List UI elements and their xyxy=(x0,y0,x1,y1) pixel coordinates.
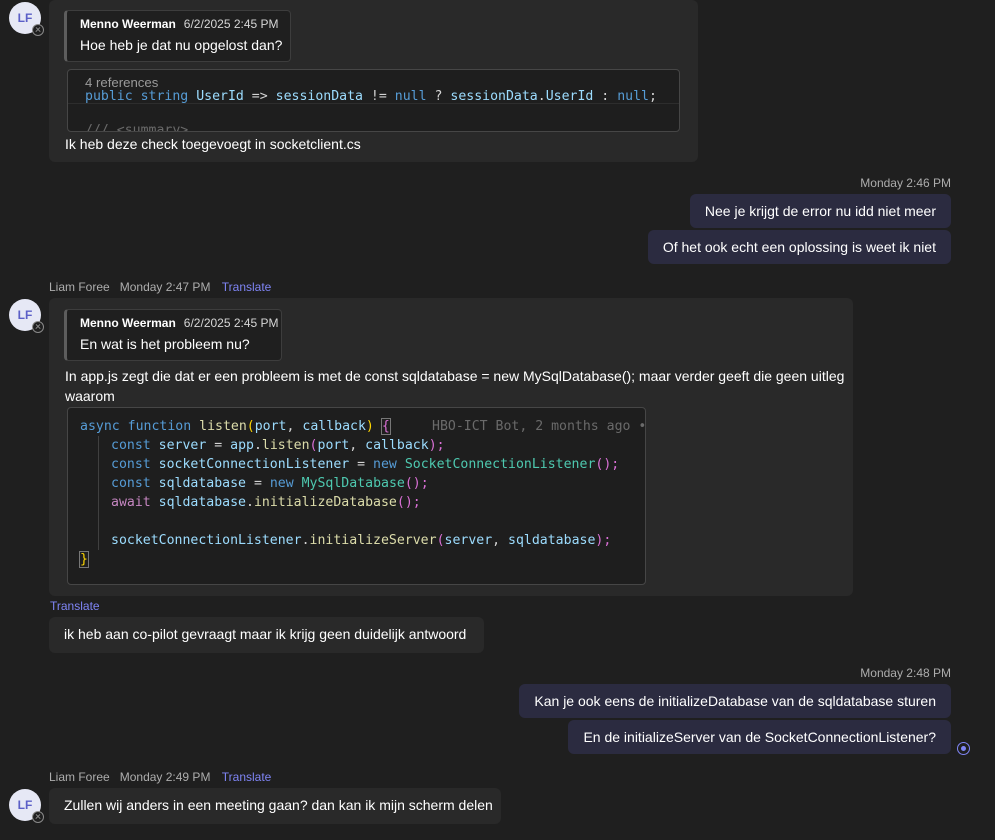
message-text-line: waarom xyxy=(65,388,115,404)
code-cut-line: /// <summary> xyxy=(85,123,189,132)
message-bubble[interactable]: ik heb aan co-pilot gevraagt maar ik kri… xyxy=(49,617,484,653)
message-text: In app.js zegt die dat er een probleem i… xyxy=(65,366,845,406)
translate-link[interactable]: Translate xyxy=(50,599,100,613)
sender-name: Liam Foree xyxy=(49,280,110,294)
indent-guide xyxy=(98,436,99,550)
sender-name: Liam Foree xyxy=(49,770,110,784)
outgoing-message[interactable]: Of het ook echt een oplossing is weet ik… xyxy=(647,230,951,264)
message-text-line: In app.js zegt die dat er een probleem i… xyxy=(65,368,845,384)
presence-offline-icon xyxy=(32,321,44,333)
code-screenshot-image[interactable]: 4 references public string UserId => ses… xyxy=(67,69,680,132)
code-divider xyxy=(68,103,679,104)
message-timestamp: Monday 2:49 PM xyxy=(119,770,211,784)
quote-author: Menno Weerman xyxy=(80,17,176,31)
git-blame-annotation: HBO-ICT Bot, 2 months ago • xyxy=(432,419,646,434)
message-timestamp: Monday 2:47 PM xyxy=(119,280,211,294)
message-text: Zullen wij anders in een meeting gaan? d… xyxy=(64,797,493,813)
quote-timestamp: 6/2/2025 2:45 PM xyxy=(183,17,279,31)
translate-link[interactable]: Translate xyxy=(222,770,272,784)
outgoing-message[interactable]: En de initializeServer van de SocketConn… xyxy=(568,720,951,754)
code-line: await sqldatabase.initializeDatabase(); xyxy=(111,495,421,510)
code-line: async function listen(port, callback) { xyxy=(80,418,391,435)
quote-text: En wat is het probleem nu? xyxy=(80,336,250,352)
avatar[interactable]: LF xyxy=(9,299,44,333)
message-timestamp: Monday 2:46 PM xyxy=(860,176,951,190)
message-text: Ik heb deze check toegevoegt in socketcl… xyxy=(65,136,361,152)
code-line: const sqldatabase = new MySqlDatabase(); xyxy=(111,476,429,491)
message-header: Liam Foree Monday 2:47 PM Translate xyxy=(49,279,271,295)
outgoing-message[interactable]: Kan je ook eens de initializeDatabase va… xyxy=(519,684,951,718)
avatar-initials: LF xyxy=(17,11,33,25)
code-line: } xyxy=(79,551,89,568)
presence-offline-icon xyxy=(32,24,44,36)
avatar[interactable]: LF xyxy=(9,2,44,36)
quoted-message[interactable]: Menno Weerman 6/2/2025 2:45 PM Hoe heb je… xyxy=(64,10,291,62)
quote-text: Hoe heb je dat nu opgelost dan? xyxy=(80,37,283,53)
quote-author: Menno Weerman xyxy=(80,316,176,330)
message-bubble[interactable]: Zullen wij anders in een meeting gaan? d… xyxy=(49,788,501,824)
outgoing-message[interactable]: Nee je krijgt de error nu idd niet meer xyxy=(689,194,951,228)
message-timestamp: Monday 2:48 PM xyxy=(860,666,951,680)
avatar-initials: LF xyxy=(17,308,33,322)
translate-link[interactable]: Translate xyxy=(222,280,272,294)
code-line: const socketConnectionListener = new Soc… xyxy=(111,457,620,472)
message-bubble[interactable]: Menno Weerman 6/2/2025 2:45 PM Hoe heb je… xyxy=(49,0,698,162)
avatar[interactable]: LF xyxy=(9,789,44,823)
code-screenshot-image[interactable]: async function listen(port, callback) { … xyxy=(67,407,646,585)
message-header: Liam Foree Monday 2:49 PM Translate xyxy=(49,769,271,785)
message-text: ik heb aan co-pilot gevraagt maar ik kri… xyxy=(64,626,467,642)
avatar-initials: LF xyxy=(17,798,33,812)
presence-offline-icon xyxy=(32,811,44,823)
quoted-message[interactable]: Menno Weerman 6/2/2025 2:45 PM En wat is … xyxy=(64,309,282,361)
code-line: socketConnectionListener.initializeServe… xyxy=(111,533,612,548)
read-receipt-icon xyxy=(957,742,970,755)
code-line: const server = app.listen(port, callback… xyxy=(111,438,445,453)
quote-timestamp: 6/2/2025 2:45 PM xyxy=(183,316,279,330)
message-bubble[interactable]: Menno Weerman 6/2/2025 2:45 PM En wat is … xyxy=(49,298,853,596)
